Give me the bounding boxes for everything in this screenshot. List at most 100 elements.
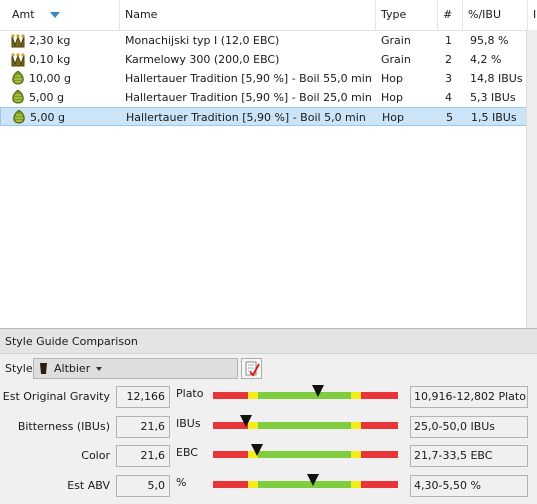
cell-amount: 0,10 kg — [29, 53, 71, 66]
range-bar-high-edge — [351, 481, 361, 488]
cell-amount: 10,00 g — [29, 72, 71, 85]
param-range-field[interactable]: 4,30-5,50 % — [410, 475, 528, 497]
ingredients-table: Amt Name Type # %/IBU I 2,30 kg Monachijs… — [0, 0, 537, 329]
cell-name: Monachijski typ I (12,0 EBC) — [125, 34, 280, 47]
cell-num: 5 — [446, 111, 453, 124]
param-unit: EBC — [176, 446, 198, 459]
range-bar — [213, 444, 398, 458]
cell-name: Karmelowy 300 (200,0 EBC) — [125, 53, 280, 66]
range-bar-in-style — [258, 451, 351, 458]
range-bar — [213, 474, 398, 488]
value-marker — [312, 385, 325, 397]
cell-pct: 4,2 % — [470, 53, 502, 66]
range-bar — [213, 385, 398, 399]
range-bar-low — [213, 392, 248, 399]
range-bar-high-edge — [351, 451, 361, 458]
table-row[interactable]: 5,00 g Hallertauer Tradition [5,90 %] - B… — [0, 107, 537, 126]
cell-num: 2 — [445, 53, 452, 66]
cell-name: Hallertauer Tradition [5,90 %] - Boil 5,… — [126, 111, 366, 124]
table-row[interactable]: 0,10 kg Karmelowy 300 (200,0 EBC) Grain 2 4,… — [0, 50, 537, 69]
cell-name: Hallertauer Tradition [5,90 %] - Boil 55… — [125, 72, 372, 85]
beer-glass-icon — [40, 363, 47, 374]
param-range-field[interactable]: 10,916-12,802 Plato — [410, 386, 528, 408]
cell-num: 3 — [445, 72, 452, 85]
column-header-percent-ibu[interactable]: %/IBU — [463, 0, 528, 30]
style-dropdown[interactable]: Altbier — [33, 358, 238, 379]
table-header: Amt Name Type # %/IBU I — [0, 0, 537, 31]
cell-num: 4 — [445, 91, 452, 104]
param-label: Est Original Gravity — [2, 390, 110, 403]
chevron-down-icon — [96, 367, 102, 371]
column-header-label: Name — [125, 8, 158, 21]
edit-style-button[interactable] — [241, 358, 262, 379]
edit-checklist-icon — [245, 361, 260, 377]
cell-type: Hop — [382, 111, 404, 124]
range-bar-low — [213, 481, 248, 488]
range-bar-in-style — [258, 422, 351, 429]
column-header-label: # — [443, 8, 453, 21]
hop-icon — [12, 90, 24, 104]
param-label: Bitterness (IBUs) — [17, 420, 110, 433]
param-label: Color — [81, 449, 110, 462]
range-bar — [213, 415, 398, 429]
sort-descending-icon — [50, 12, 60, 18]
column-header-label: Type — [381, 8, 407, 21]
value-marker — [251, 444, 264, 456]
cell-type: Grain — [381, 53, 411, 66]
cell-pct: 14,8 IBUs — [470, 72, 523, 85]
cell-name: Hallertauer Tradition [5,90 %] - Boil 25… — [125, 91, 372, 104]
grain-icon — [11, 34, 25, 48]
vertical-scrollbar[interactable] — [526, 30, 537, 328]
column-header-label: Amt — [12, 8, 35, 21]
table-row[interactable]: 5,00 g Hallertauer Tradition [5,90 %] - B… — [0, 88, 537, 107]
range-bar-in-style — [258, 392, 351, 399]
hop-icon — [13, 110, 25, 124]
table-row[interactable]: 10,00 g Hallertauer Tradition [5,90 %] - … — [0, 69, 537, 88]
param-value-field[interactable]: 12,166 — [116, 386, 170, 408]
value-marker — [240, 415, 253, 427]
range-bar-high — [361, 481, 398, 488]
range-bar-high — [361, 422, 398, 429]
range-bar-in-style — [258, 481, 351, 488]
column-header-amount[interactable]: Amt — [0, 0, 120, 30]
column-header-label: I — [533, 8, 537, 21]
param-range-field[interactable]: 25,0-50,0 IBUs — [410, 416, 528, 438]
param-unit: IBUs — [176, 417, 201, 430]
param-range-field[interactable]: 21,7-33,5 EBC — [410, 445, 528, 467]
param-unit: % — [176, 476, 187, 489]
range-bar-low-edge — [248, 392, 258, 399]
range-bar-low — [213, 451, 248, 458]
cell-type: Grain — [381, 34, 411, 47]
range-bar-high-edge — [351, 422, 361, 429]
column-header-number[interactable]: # — [438, 0, 463, 30]
cell-amount: 2,30 kg — [29, 34, 71, 47]
column-header-name[interactable]: Name — [120, 0, 376, 30]
cell-pct: 5,3 IBUs — [470, 91, 516, 104]
cell-type: Hop — [381, 72, 403, 85]
cell-num: 1 — [445, 34, 452, 47]
style-guide-title: Style Guide Comparison — [0, 329, 537, 354]
table-row[interactable]: 2,30 kg Monachijski typ I (12,0 EBC) Grain… — [0, 31, 537, 50]
param-value-field[interactable]: 21,6 — [116, 445, 170, 467]
grain-icon — [11, 53, 25, 67]
column-header-extra[interactable]: I — [528, 0, 537, 30]
style-label: Style — [5, 362, 33, 375]
range-bar-high-edge — [351, 392, 361, 399]
param-value-field[interactable]: 5,0 — [116, 475, 170, 497]
range-bar-low-edge — [248, 481, 258, 488]
range-bar-high — [361, 392, 398, 399]
value-marker — [306, 474, 319, 486]
param-label: Est ABV — [67, 479, 110, 492]
cell-pct: 95,8 % — [470, 34, 509, 47]
style-dropdown-value: Altbier — [54, 362, 91, 375]
param-unit: Plato — [176, 387, 204, 400]
cell-pct: 1,5 IBUs — [471, 111, 517, 124]
column-header-type[interactable]: Type — [376, 0, 438, 30]
cell-type: Hop — [381, 91, 403, 104]
cell-amount: 5,00 g — [30, 111, 65, 124]
hop-icon — [12, 71, 24, 85]
cell-amount: 5,00 g — [29, 91, 64, 104]
param-value-field[interactable]: 21,6 — [116, 416, 170, 438]
column-header-label: %/IBU — [468, 8, 501, 21]
range-bar-high — [361, 451, 398, 458]
